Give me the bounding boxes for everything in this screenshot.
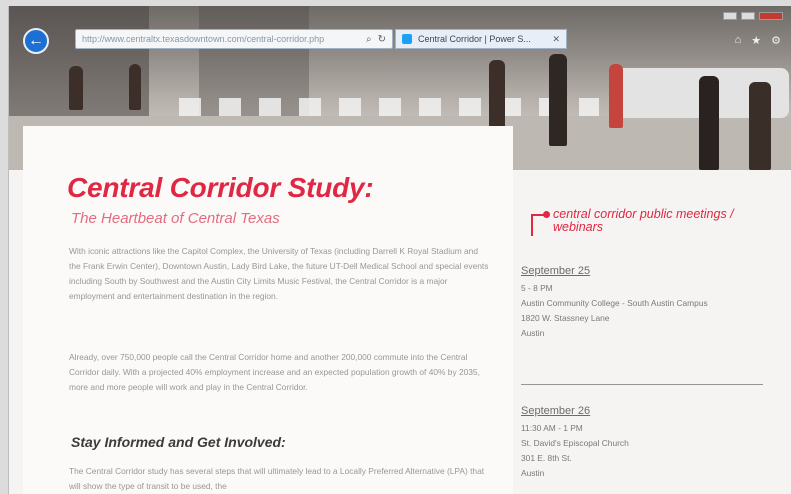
page-frame: ← http://www.centraltx.texasdowntown.com… [8,6,791,494]
refresh-icon[interactable]: ↻ [378,34,386,45]
meetings-heading-text: central corridor public meetings / webin… [553,207,734,234]
maximize-button[interactable] [741,12,755,20]
event-time: 5 - 8 PM [521,283,553,293]
population-paragraph: Already, over 750,000 people call the Ce… [69,352,480,392]
page-title: Central Corridor Study: [67,172,374,203]
hero-crosswalk [179,98,599,116]
event-item: September 25 5 - 8 PM Austin Community C… [521,264,761,341]
browser-toolbar-icons: ⌂ ★ ⚙ [735,34,781,47]
address-bar[interactable]: http://www.centraltx.texasdowntown.com/c… [75,29,393,49]
hero-person [489,60,505,132]
arrow-left-icon: ← [28,32,44,49]
browser-tab[interactable]: Central Corridor | Power S... ✕ [395,29,567,49]
hero-person [609,64,623,128]
search-icon[interactable]: ⌕ [366,34,372,45]
intro-paragraph: With iconic attractions like the Capitol… [69,246,489,301]
back-button[interactable]: ← [23,28,49,54]
event-address: 301 E. 8th St. [521,453,572,463]
bullet-dot [543,211,550,218]
window-controls [723,12,783,20]
event-address: 1820 W. Stassney Lane [521,313,610,323]
bracket-decoration [531,214,545,236]
hero-person [129,64,141,110]
tab-label: Central Corridor | Power S... [418,34,531,44]
hero-person [749,82,771,170]
event-date[interactable]: September 25 [521,264,761,279]
gear-icon[interactable]: ⚙ [771,34,781,47]
star-icon[interactable]: ★ [751,34,761,47]
home-icon[interactable]: ⌂ [735,34,742,47]
event-item: September 26 11:30 AM - 1 PM St. David's… [521,404,761,481]
section-heading: Stay Informed and Get Involved: [71,434,286,450]
close-tab-icon[interactable]: ✕ [552,34,560,45]
event-divider [521,384,763,385]
event-city: Austin [521,468,545,478]
event-place: St. David's Episcopal Church [521,438,629,448]
hero-person [69,66,83,110]
twitter-favicon-icon [402,34,412,44]
hero-person [549,54,567,146]
minimize-button[interactable] [723,12,737,20]
event-city: Austin [521,328,545,338]
url-text[interactable]: http://www.centraltx.texasdowntown.com/c… [82,34,360,44]
event-time: 11:30 AM - 1 PM [521,423,583,433]
page-subtitle: The Heartbeat of Central Texas [71,210,280,227]
hero-person [699,76,719,170]
close-window-button[interactable] [759,12,783,20]
event-date[interactable]: September 26 [521,404,761,419]
study-paragraph: The Central Corridor study has several s… [69,466,485,491]
event-place: Austin Community College - South Austin … [521,298,708,308]
